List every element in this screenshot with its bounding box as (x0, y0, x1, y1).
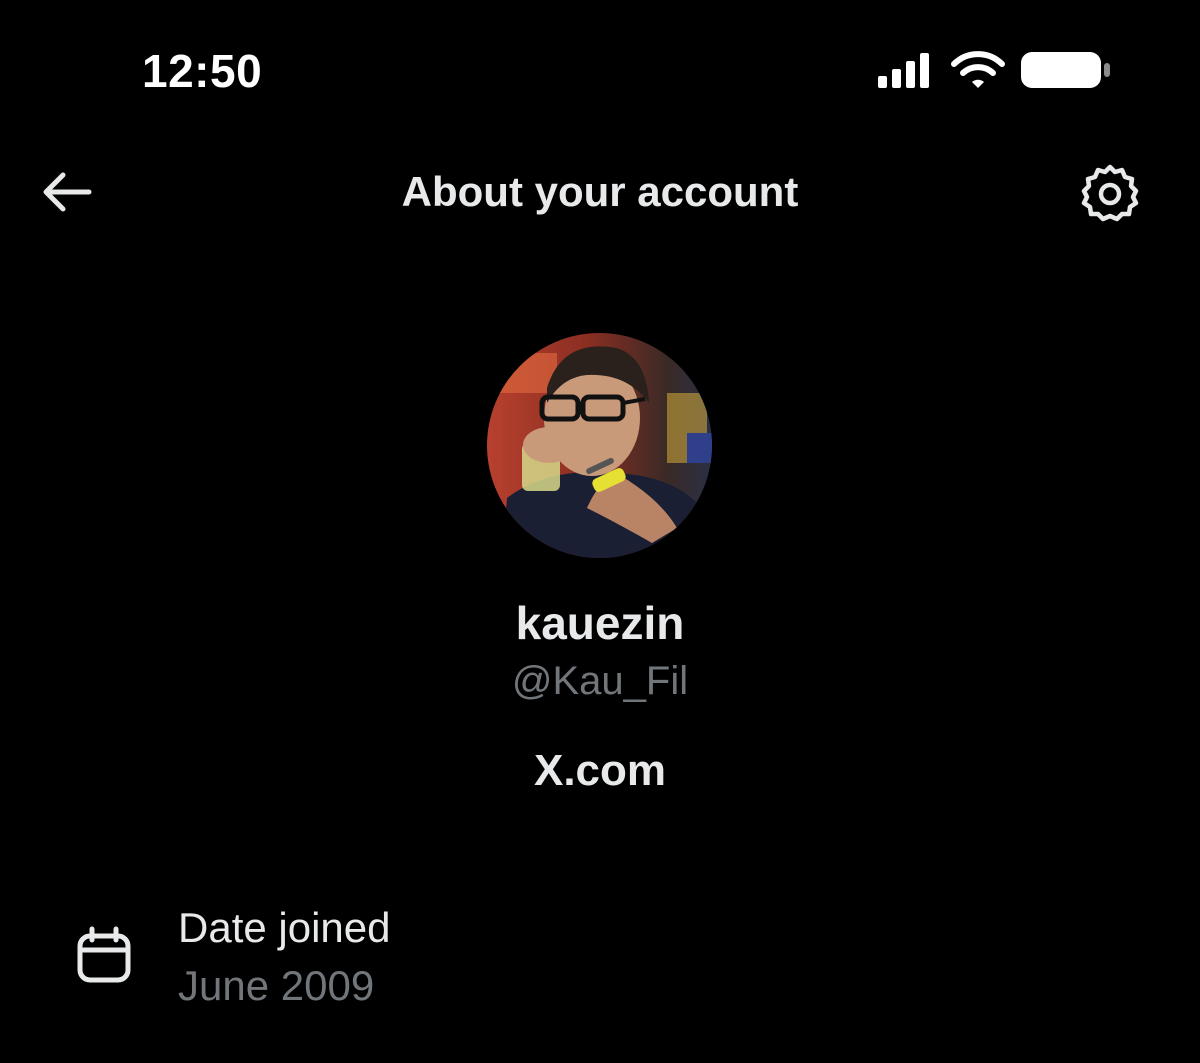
username-handle: @Kau_Fil (511, 659, 689, 703)
wifi-icon (950, 50, 1006, 95)
gear-icon (1079, 163, 1141, 230)
cellular-signal-icon (876, 52, 936, 93)
display-name: kauezin (515, 597, 685, 649)
date-joined-value: June 2009 (178, 962, 375, 1009)
platform-label: X.com (533, 746, 667, 795)
status-icons (876, 50, 1112, 95)
date-joined-label: Date joined (178, 904, 391, 951)
avatar[interactable] (487, 333, 712, 558)
battery-icon (1020, 50, 1112, 95)
calendar-icon (74, 926, 134, 986)
status-time: 12:50 (142, 45, 263, 97)
page-title: About your account (401, 168, 799, 215)
settings-button[interactable] (1076, 162, 1144, 230)
